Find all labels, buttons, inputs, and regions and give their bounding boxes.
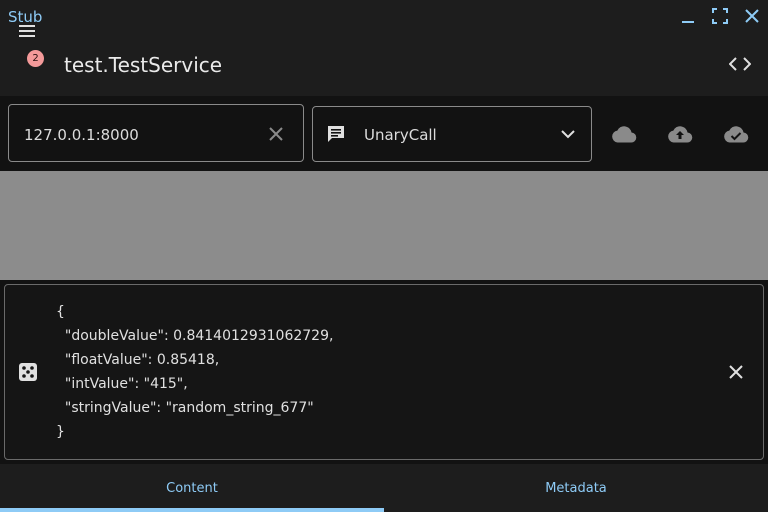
title-bar: Stub	[0, 0, 768, 34]
json-line: }	[56, 424, 65, 440]
json-line: {	[56, 304, 65, 320]
json-line: "doubleValue": 0.8414012931062729,	[56, 328, 334, 344]
json-line: "stringValue": "random_string_677"	[56, 400, 314, 416]
close-window-icon[interactable]	[742, 6, 762, 26]
menu-icon	[19, 25, 35, 37]
dice-icon[interactable]	[18, 362, 38, 382]
minimize-icon[interactable]	[678, 6, 698, 26]
code-icon[interactable]	[726, 52, 754, 76]
maximize-icon[interactable]	[710, 6, 730, 26]
method-value: UnaryCall	[364, 126, 437, 144]
method-select[interactable]	[312, 106, 592, 162]
active-tab-indicator	[0, 508, 384, 512]
cloud-done-icon[interactable]	[723, 122, 749, 146]
chevron-down-icon[interactable]	[558, 124, 578, 144]
notification-badge: 2	[27, 50, 44, 67]
response-pane	[0, 171, 768, 280]
clear-content-icon[interactable]	[726, 362, 746, 382]
request-content-card[interactable]	[4, 284, 764, 460]
message-icon	[328, 126, 344, 142]
tab-metadata[interactable]: Metadata	[384, 464, 768, 512]
address-input[interactable]: 127.0.0.1:8000	[24, 126, 139, 144]
tab-content[interactable]: Content	[0, 464, 384, 512]
json-line: "floatValue": 0.85418,	[56, 352, 220, 368]
clear-address-icon[interactable]	[266, 124, 286, 144]
service-title: test.TestService	[64, 53, 223, 77]
json-line: "intValue": "415",	[56, 376, 188, 392]
cloud-upload-icon[interactable]	[667, 122, 693, 146]
cloud-icon[interactable]	[611, 122, 637, 146]
menu-button[interactable]	[14, 16, 44, 46]
